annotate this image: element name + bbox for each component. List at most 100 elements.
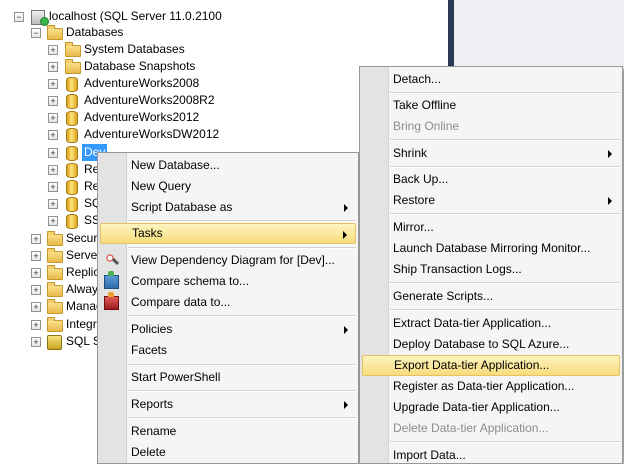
menu-item-upgrade-data-tier[interactable]: Upgrade Data-tier Application... [362,397,620,418]
menu-item-delete[interactable]: Delete [100,442,356,463]
menu-item-label: View Dependency Diagram for [Dev]... [131,253,335,267]
menu-item-new-database[interactable]: New Database... [100,155,356,176]
submenu-arrow-icon [344,326,348,334]
menu-separator [390,213,620,215]
menu-item-label: Tasks [132,226,163,240]
expand-toggle[interactable]: + [31,234,41,244]
menu-item-label: Rename [131,424,177,438]
expand-toggle[interactable]: + [48,96,58,106]
menu-item-bring-online: Bring Online [362,116,620,137]
databases-label: Databases [66,25,124,39]
menu-item-compare-data[interactable]: Compare data to... [100,292,356,313]
menu-item-label: Compare data to... [131,295,231,309]
menu-item-view-dependency-diagram[interactable]: View Dependency Diagram for [Dev]... [100,250,356,271]
expand-toggle[interactable]: + [48,45,58,55]
expand-toggle[interactable]: + [48,62,58,72]
menu-item-ship-transaction-logs[interactable]: Ship Transaction Logs... [362,259,620,280]
menu-item-start-powershell[interactable]: Start PowerShell [100,367,356,388]
menu-item-launch-mirroring-monitor[interactable]: Launch Database Mirroring Monitor... [362,238,620,259]
expand-toggle[interactable]: + [31,320,41,330]
expand-toggle[interactable]: + [48,113,58,123]
database-icon [66,128,78,143]
submenu-arrow-icon [343,231,347,239]
menu-item-rename[interactable]: Rename [100,421,356,442]
menu-item-deploy-to-sql-azure[interactable]: Deploy Database to SQL Azure... [362,334,620,355]
menu-item-restore[interactable]: Restore [362,190,620,211]
menu-separator [128,417,356,419]
menu-item-label: New Database... [131,158,220,172]
menu-item-label: Register as Data-tier Application... [393,379,575,393]
menu-item-mirror[interactable]: Mirror... [362,217,620,238]
expand-toggle[interactable]: + [48,79,58,89]
database-icon [66,180,78,195]
menu-item-facets[interactable]: Facets [100,340,356,361]
expand-toggle[interactable]: + [31,337,41,347]
database-context-menu: New Database... New Query Script Databas… [97,152,359,464]
menu-item-back-up[interactable]: Back Up... [362,169,620,190]
menu-item-policies[interactable]: Policies [100,319,356,340]
menu-separator [390,92,620,94]
menu-item-label: Take Offline [393,98,457,112]
menu-item-label: Delete [131,445,166,459]
menu-item-reports[interactable]: Reports [100,394,356,415]
always-on-label: Alway [66,282,99,296]
expand-toggle[interactable]: + [48,148,58,158]
compare-schema-icon [104,271,119,289]
menu-item-compare-schema[interactable]: Compare schema to... [100,271,356,292]
menu-item-register-data-tier[interactable]: Register as Data-tier Application... [362,376,620,397]
expand-toggle[interactable]: + [48,199,58,209]
database-label: AdventureWorks2008 [84,76,200,90]
menu-item-label: Shrink [393,146,428,160]
menu-item-label: Upgrade Data-tier Application... [393,400,560,414]
menu-item-label: Reports [131,397,174,411]
expand-toggle[interactable]: + [31,268,41,278]
expand-toggle[interactable]: + [48,216,58,226]
submenu-arrow-icon [608,150,612,158]
menu-separator [128,390,356,392]
expand-toggle[interactable]: + [48,130,58,140]
menu-item-label: Compare schema to... [131,274,250,288]
menu-item-label: New Query [131,179,192,193]
collapse-toggle[interactable]: − [14,12,24,22]
menu-separator [128,364,356,366]
folder-icon [65,42,81,57]
collapse-toggle[interactable]: − [31,28,41,38]
menu-item-label: Script Database as [131,200,233,214]
menu-item-label: Restore [393,193,436,207]
menu-item-label: Launch Database Mirroring Monitor... [393,241,591,255]
folder-icon [65,59,81,74]
database-snapshots-label: Database Snapshots [84,59,196,73]
menu-item-tasks[interactable]: Tasks [100,223,356,244]
menu-item-extract-data-tier[interactable]: Extract Data-tier Application... [362,313,620,334]
submenu-arrow-icon [608,197,612,205]
menu-item-generate-scripts[interactable]: Generate Scripts... [362,286,620,307]
tasks-submenu: Detach... Take Offline Bring Online Shri… [359,66,623,464]
database-icon [66,146,78,161]
menu-item-take-offline[interactable]: Take Offline [362,95,620,116]
menu-item-script-database-as[interactable]: Script Database as [100,197,356,218]
database-icon [66,214,78,229]
expand-toggle[interactable]: + [31,251,41,261]
menu-separator [128,315,356,317]
database-icon [66,197,78,212]
submenu-arrow-icon [344,204,348,212]
integration-label: Integr [66,317,97,331]
menu-item-shrink[interactable]: Shrink [362,143,620,164]
menu-item-export-data-tier[interactable]: Export Data-tier Application... [362,355,620,376]
replication-label: Replic [66,265,100,279]
sql-agent-icon [47,335,62,350]
expand-toggle[interactable]: + [48,165,58,175]
expand-toggle[interactable]: + [31,302,41,312]
menu-item-label: Facets [131,343,168,357]
database-icon [66,111,78,126]
menu-separator [390,166,620,168]
menu-item-new-query[interactable]: New Query [100,176,356,197]
submenu-arrow-icon [344,401,348,409]
system-databases-label: System Databases [84,42,185,56]
expand-toggle[interactable]: + [31,285,41,295]
menu-item-delete-data-tier: Delete Data-tier Application... [362,418,620,439]
menu-item-label: Generate Scripts... [393,289,494,303]
expand-toggle[interactable]: + [48,182,58,192]
menu-item-detach[interactable]: Detach... [362,69,620,90]
folder-icon [47,282,63,297]
